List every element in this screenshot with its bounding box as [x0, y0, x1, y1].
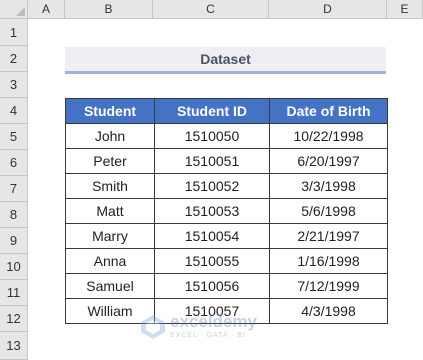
- cell-student[interactable]: John: [65, 123, 155, 149]
- exceldemy-logo-icon: [141, 315, 165, 339]
- row-header-1[interactable]: 1: [0, 19, 28, 46]
- column-header-e[interactable]: E: [387, 0, 423, 19]
- row-header-11[interactable]: 11: [0, 280, 28, 306]
- row-header-6[interactable]: 6: [0, 150, 28, 176]
- cell-date-of-birth[interactable]: 1/16/1998: [269, 248, 388, 274]
- watermark-name: exceldemy: [170, 312, 257, 331]
- cell-student[interactable]: Smith: [65, 173, 155, 199]
- dataset-title[interactable]: Dataset: [65, 47, 386, 74]
- spreadsheet: A B C D E 1 2 3 4 5 6 7 8 9 10 11 12 13 …: [0, 0, 423, 360]
- row-header-2[interactable]: 2: [0, 46, 28, 72]
- cell-student[interactable]: Matt: [65, 198, 155, 224]
- column-header-a[interactable]: A: [28, 0, 65, 19]
- row-header-10[interactable]: 10: [0, 254, 28, 280]
- cell-student[interactable]: Marry: [65, 223, 155, 249]
- column-header-c[interactable]: C: [153, 0, 269, 19]
- cell-student-id[interactable]: 1510052: [154, 173, 270, 199]
- row-header-7[interactable]: 7: [0, 176, 28, 202]
- column-header-d[interactable]: D: [269, 0, 387, 19]
- column-header-b[interactable]: B: [65, 0, 153, 19]
- header-student[interactable]: Student: [65, 98, 155, 124]
- header-date-of-birth[interactable]: Date of Birth: [269, 98, 388, 124]
- row-header-3[interactable]: 3: [0, 72, 28, 98]
- select-all-corner[interactable]: [0, 0, 28, 19]
- cell-date-of-birth[interactable]: 7/12/1999: [269, 273, 388, 299]
- row-header-5[interactable]: 5: [0, 124, 28, 150]
- cell-date-of-birth[interactable]: 6/20/1997: [269, 148, 388, 174]
- student-table: Student Student ID Date of Birth John 15…: [65, 98, 388, 324]
- watermark-tagline: EXCEL · DATA · BI: [170, 332, 246, 339]
- table-row: Smith 1510052 3/3/1998: [65, 173, 388, 199]
- select-all-triangle-icon: [16, 7, 25, 16]
- table-row: Matt 1510053 5/6/1998: [65, 198, 388, 224]
- cell-student-id[interactable]: 1510050: [154, 123, 270, 149]
- exceldemy-watermark: exceldemy EXCEL · DATA · BI: [140, 310, 310, 346]
- table-row: Marry 1510054 2/21/1997: [65, 223, 388, 249]
- cell-student-id[interactable]: 1510055: [154, 248, 270, 274]
- table-row: John 1510050 10/22/1998: [65, 123, 388, 149]
- row-header-4[interactable]: 4: [0, 98, 28, 124]
- table-row: Anna 1510055 1/16/1998: [65, 248, 388, 274]
- cell-date-of-birth[interactable]: 2/21/1997: [269, 223, 388, 249]
- row-header-9[interactable]: 9: [0, 228, 28, 254]
- cell-student-id[interactable]: 1510053: [154, 198, 270, 224]
- cell-student[interactable]: Peter: [65, 148, 155, 174]
- header-student-id[interactable]: Student ID: [154, 98, 270, 124]
- table-header-row: Student Student ID Date of Birth: [65, 98, 388, 124]
- cell-date-of-birth[interactable]: 10/22/1998: [269, 123, 388, 149]
- row-header-12[interactable]: 12: [0, 306, 28, 332]
- cell-student-id[interactable]: 1510051: [154, 148, 270, 174]
- cell-student[interactable]: Samuel: [65, 273, 155, 299]
- cell-student[interactable]: Anna: [65, 248, 155, 274]
- cell-student-id[interactable]: 1510056: [154, 273, 270, 299]
- row-header-8[interactable]: 8: [0, 202, 28, 228]
- table-row: Peter 1510051 6/20/1997: [65, 148, 388, 174]
- cell-date-of-birth[interactable]: 3/3/1998: [269, 173, 388, 199]
- table-row: Samuel 1510056 7/12/1999: [65, 273, 388, 299]
- cell-student-id[interactable]: 1510054: [154, 223, 270, 249]
- row-header-13[interactable]: 13: [0, 332, 28, 360]
- cell-date-of-birth[interactable]: 5/6/1998: [269, 198, 388, 224]
